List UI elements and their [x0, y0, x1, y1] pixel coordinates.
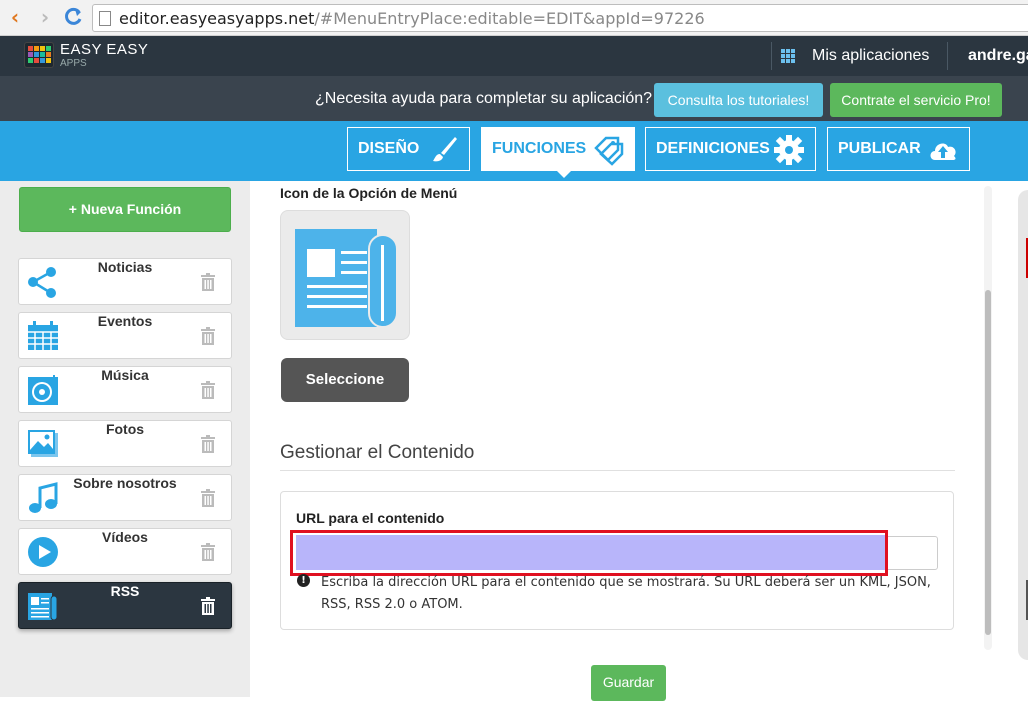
- sidebar-item-label: Fotos: [105, 421, 145, 437]
- share-icon: [28, 267, 56, 298]
- tab-diseno[interactable]: DISEÑO: [347, 127, 470, 171]
- newspaper-icon: [295, 229, 398, 328]
- url-text: editor.easyeasyapps.net/#MenuEntryPlace:…: [119, 9, 705, 28]
- address-bar[interactable]: editor.easyeasyapps.net/#MenuEntryPlace:…: [92, 4, 1028, 32]
- highlight-box: [290, 530, 888, 576]
- user-menu[interactable]: andre.ga: [968, 47, 1028, 65]
- tab-label: FUNCIONES: [492, 140, 587, 157]
- apps-grid-icon[interactable]: [781, 49, 795, 63]
- tab-label: DEFINICIONES: [656, 140, 770, 157]
- my-apps-link[interactable]: Mis aplicaciones: [812, 47, 929, 65]
- play-icon: [28, 537, 58, 567]
- new-function-button[interactable]: + Nueva Función: [19, 187, 231, 232]
- gear-icon: [774, 135, 804, 165]
- easy-easy-apps-logo-icon[interactable]: [24, 42, 54, 68]
- tab-definiciones[interactable]: DEFINICIONES: [645, 127, 816, 171]
- reload-icon[interactable]: [62, 6, 84, 28]
- sidebar-item-musica[interactable]: Música: [18, 366, 232, 413]
- sidebar-item-eventos[interactable]: Eventos: [18, 312, 232, 359]
- tutorials-button[interactable]: Consulta los tutoriales!: [654, 83, 823, 117]
- tab-publicar[interactable]: PUBLICAR: [827, 127, 970, 171]
- help-question: ¿Necesita ayuda para completar su aplica…: [315, 90, 653, 107]
- logo-subtitle: APPS: [60, 58, 87, 69]
- trash-icon[interactable]: [200, 381, 216, 399]
- trash-icon[interactable]: [200, 435, 216, 453]
- trash-icon[interactable]: [200, 489, 216, 507]
- select-icon-button[interactable]: Seleccione: [281, 358, 409, 402]
- section-title: Gestionar el Contenido: [280, 442, 475, 463]
- sidebar-item-rss[interactable]: RSS: [18, 582, 232, 629]
- save-button[interactable]: Guardar: [591, 665, 666, 701]
- scrollbar-thumb[interactable]: [985, 290, 991, 635]
- new-function-label: Nueva Función: [80, 201, 182, 217]
- brush-icon: [433, 137, 457, 162]
- chevron-left-icon[interactable]: ‹: [4, 6, 26, 28]
- info-icon: !: [297, 574, 310, 587]
- sidebar-item-label: Noticias: [97, 259, 153, 275]
- newspaper-icon: [28, 593, 58, 621]
- chevron-right-icon[interactable]: ›: [34, 6, 56, 28]
- sidebar-item-fotos[interactable]: Fotos: [18, 420, 232, 467]
- sidebar-item-label: Vídeos: [102, 529, 148, 545]
- sidebar-item-label: Eventos: [97, 313, 153, 329]
- divider: [280, 470, 955, 471]
- tags-icon: [594, 136, 624, 166]
- browser-toolbar: ‹ › editor.easyeasyapps.net/#MenuEntryPl…: [0, 0, 1028, 36]
- tab-label: PUBLICAR: [838, 140, 921, 157]
- trash-icon[interactable]: [200, 273, 216, 291]
- sidebar-item-noticias[interactable]: Noticias: [18, 258, 232, 305]
- trash-icon[interactable]: [200, 327, 216, 345]
- tab-label: DISEÑO: [358, 140, 420, 157]
- divider: [947, 42, 948, 70]
- sidebar-item-videos[interactable]: Vídeos: [18, 528, 232, 575]
- active-tab-pointer: [556, 170, 572, 178]
- cloud-upload-icon: [930, 143, 956, 160]
- url-field-label: URL para el contenido: [296, 510, 445, 526]
- pro-service-button[interactable]: Contrate el servicio Pro!: [830, 83, 1002, 117]
- sidebar-item-label: Música: [101, 367, 149, 383]
- menu-icon-title: Icon de la Opción de Menú: [280, 185, 458, 201]
- music-disc-icon: [28, 375, 58, 405]
- logo-title: EASY EASY: [60, 41, 149, 58]
- calendar-icon: [28, 321, 58, 350]
- tab-funciones[interactable]: FUNCIONES: [481, 127, 635, 171]
- music-note-icon: [29, 482, 58, 513]
- trash-icon[interactable]: [200, 597, 216, 615]
- trash-icon[interactable]: [200, 543, 216, 561]
- divider: [771, 42, 772, 70]
- sidebar-item-label: Sobre nosotros: [73, 475, 177, 491]
- page-icon: [99, 11, 111, 26]
- plus-icon: +: [68, 201, 81, 217]
- menu-icon-preview[interactable]: [280, 210, 410, 340]
- url-help-text: Escriba la dirección URL para el conteni…: [321, 575, 931, 612]
- sidebar-item-label: RSS: [110, 583, 140, 599]
- sidebar-item-sobre-nosotros[interactable]: Sobre nosotros: [18, 474, 232, 521]
- photos-icon: [28, 430, 58, 457]
